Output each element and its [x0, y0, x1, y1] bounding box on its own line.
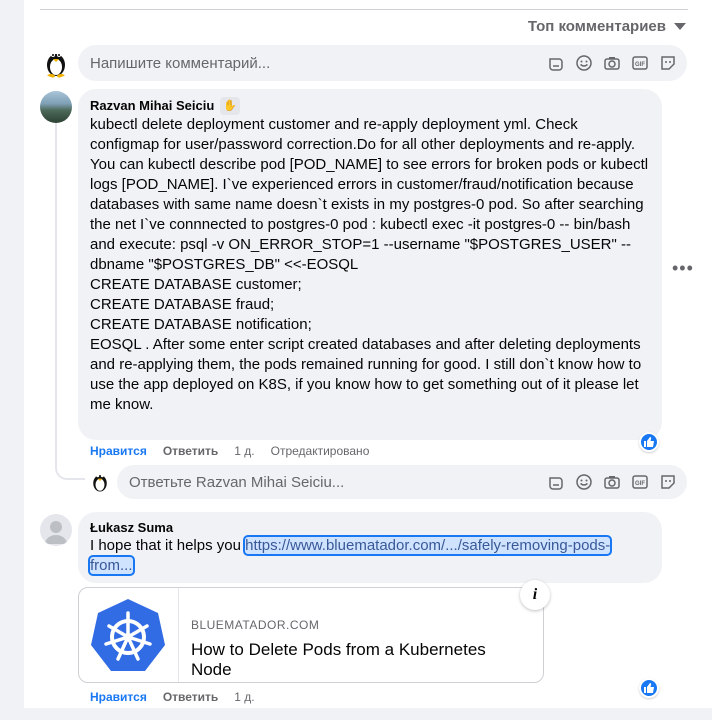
comment-author[interactable]: Razvan Mihai Seiciu [90, 98, 214, 114]
comment-author[interactable]: Łukasz Suma [90, 520, 650, 536]
info-icon[interactable]: i [520, 580, 550, 610]
sticker-icon[interactable] [659, 54, 677, 72]
emoji-icon[interactable] [575, 473, 593, 491]
like-reaction-icon[interactable] [639, 432, 659, 452]
comment-placeholder: Напишите комментарий... [90, 54, 271, 72]
gif-icon[interactable]: GIF [631, 473, 649, 491]
comment-bubble: Łukasz Suma I hope that it helps you htt… [78, 512, 662, 583]
sticker-icon[interactable] [659, 473, 677, 491]
comment-text: I hope that it helps you [90, 537, 246, 554]
camera-icon[interactable] [603, 54, 621, 72]
reply-input[interactable]: Ответьте Razvan Mihai Seiciu... GIF [117, 465, 687, 499]
preview-title[interactable]: How to Delete Pods from a Kubernetes Nod… [191, 640, 531, 680]
camera-icon[interactable] [603, 473, 621, 491]
chevron-down-icon [674, 23, 686, 30]
emoji-icon[interactable] [575, 54, 593, 72]
comment-actions: Нравится Ответить 1 д. [90, 690, 255, 704]
sort-dropdown[interactable]: Топ комментариев [528, 18, 686, 35]
like-button[interactable]: Нравится [90, 690, 147, 704]
avatar[interactable] [40, 514, 72, 546]
wave-hand-icon: ✋ [220, 97, 241, 115]
avatar[interactable] [88, 469, 112, 493]
default-avatar-icon [45, 521, 67, 544]
avatar[interactable] [40, 91, 72, 123]
comment-bubble: Razvan Mihai Seiciu ✋ kubectl delete dep… [78, 89, 662, 440]
reply-placeholder: Ответьте Razvan Mihai Seiciu... [129, 473, 345, 491]
gif-icon[interactable]: GIF [631, 54, 649, 72]
comment-input[interactable]: Напишите комментарий... GIF [78, 45, 687, 81]
avatar[interactable] [40, 46, 72, 78]
tux-icon [93, 474, 107, 492]
comment-actions: Нравится Ответить 1 д. Отредактировано [90, 444, 369, 458]
avatar-sticker-icon[interactable] [547, 473, 565, 491]
tux-icon [47, 53, 65, 78]
svg-text:GIF: GIF [635, 481, 645, 487]
comment-text: kubectl delete deployment customer and r… [90, 116, 649, 413]
reply-button[interactable]: Ответить [163, 444, 218, 458]
more-options-icon[interactable]: ••• [672, 258, 694, 279]
divider [40, 9, 688, 10]
kubernetes-logo [79, 588, 179, 682]
timestamp[interactable]: 1 д. [234, 444, 254, 458]
sort-label: Топ комментариев [527, 18, 666, 35]
link-preview-card[interactable]: BLUEMATADOR.COM How to Delete Pods from … [78, 587, 544, 683]
like-button[interactable]: Нравится [90, 444, 147, 458]
timestamp[interactable]: 1 д. [234, 690, 254, 704]
like-reaction-icon[interactable] [639, 678, 659, 698]
preview-domain: BLUEMATADOR.COM [190, 618, 320, 632]
svg-text:GIF: GIF [635, 62, 645, 68]
edited-label[interactable]: Отредактировано [271, 444, 370, 458]
avatar-sticker-icon[interactable] [547, 54, 565, 72]
reply-button[interactable]: Ответить [163, 690, 218, 704]
